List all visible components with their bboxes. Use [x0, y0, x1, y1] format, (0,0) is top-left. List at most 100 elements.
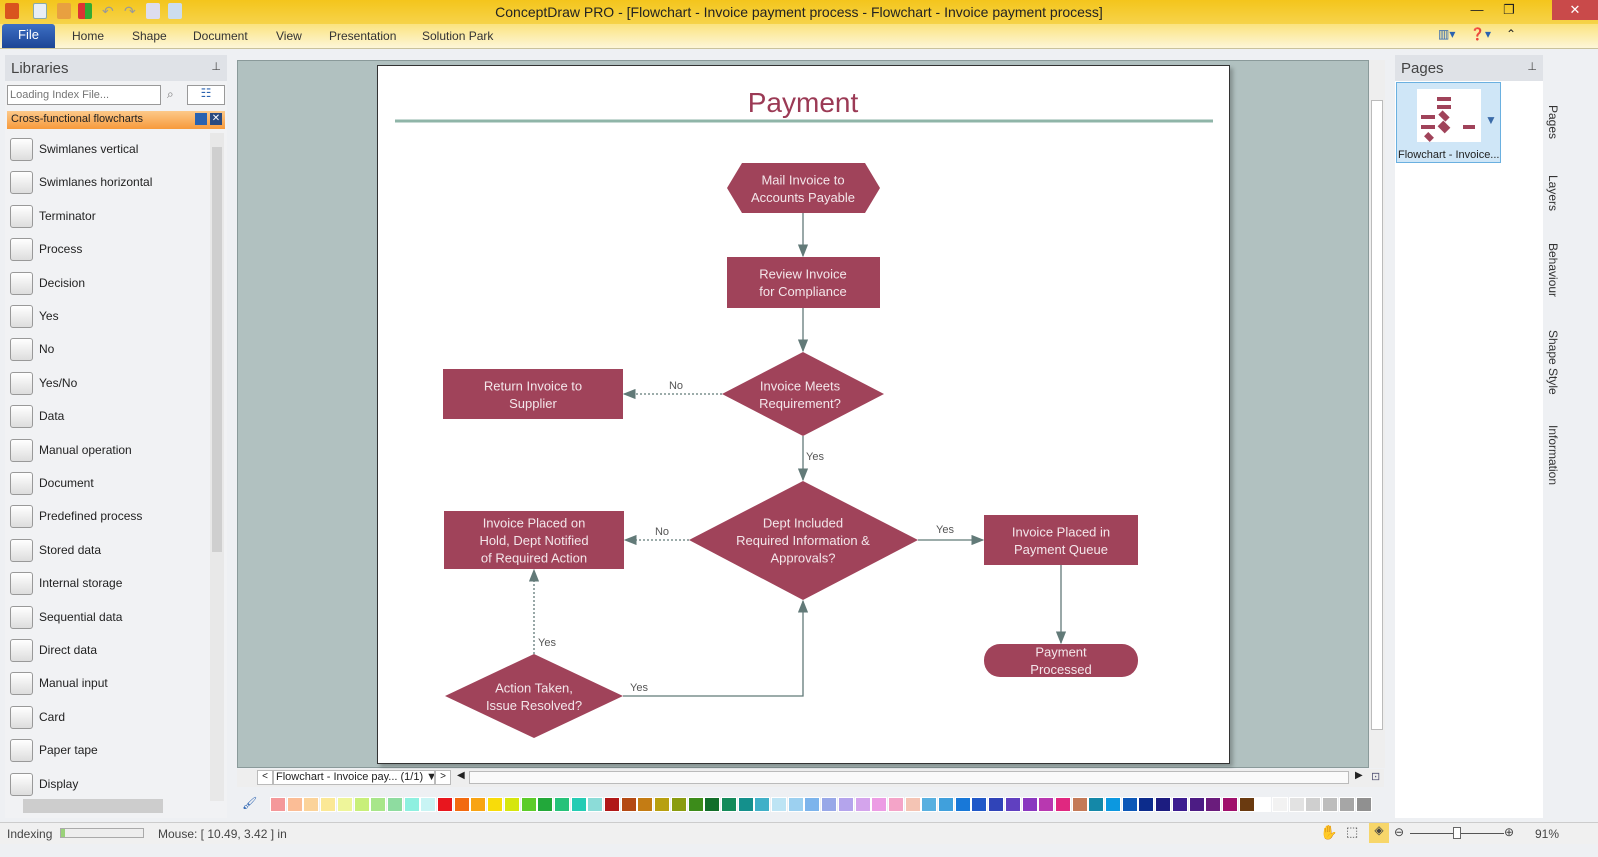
fit-to-window-icon[interactable]: ◈: [1369, 823, 1389, 843]
side-tab-information[interactable]: Information: [1546, 425, 1560, 485]
shape-review-invoice[interactable]: [727, 257, 880, 308]
color-swatch[interactable]: [1238, 797, 1255, 812]
color-swatch[interactable]: [437, 797, 453, 812]
shape-text: Invoice Placed in: [1012, 524, 1110, 539]
fill-color-icon[interactable]: 🖌: [242, 796, 257, 810]
color-swatch[interactable]: [604, 797, 620, 812]
color-swatch[interactable]: [720, 797, 737, 812]
next-page-button[interactable]: >: [435, 770, 451, 785]
color-swatch[interactable]: [787, 797, 804, 812]
color-swatch[interactable]: [1088, 797, 1105, 812]
color-swatch[interactable]: [403, 797, 420, 812]
shape-action-taken[interactable]: [445, 654, 623, 738]
shape-text: Issue Resolved?: [486, 698, 582, 713]
color-swatch[interactable]: [1071, 797, 1088, 812]
color-swatch[interactable]: [570, 797, 587, 812]
label-yes: Yes: [936, 524, 954, 536]
color-swatch[interactable]: [988, 797, 1005, 812]
scroll-right-arrow[interactable]: ▶: [1355, 770, 1363, 781]
color-swatch[interactable]: [353, 797, 370, 812]
color-swatch[interactable]: [654, 797, 671, 812]
color-swatch[interactable]: [821, 797, 838, 812]
color-swatch[interactable]: [1054, 797, 1071, 812]
color-swatch[interactable]: [1138, 797, 1155, 812]
color-swatch[interactable]: [1105, 797, 1121, 812]
thumbnail-menu-arrow-icon[interactable]: ▼: [1485, 113, 1497, 127]
side-tab-behaviour[interactable]: Behaviour: [1546, 243, 1560, 297]
color-swatch[interactable]: [637, 797, 654, 812]
color-swatch[interactable]: [553, 797, 570, 812]
color-swatch[interactable]: [1155, 797, 1172, 812]
color-swatch[interactable]: [704, 797, 721, 812]
color-swatch[interactable]: [1255, 797, 1272, 812]
color-swatch[interactable]: [1288, 797, 1305, 812]
color-swatch[interactable]: [370, 797, 387, 812]
color-swatch[interactable]: [1205, 797, 1222, 812]
color-swatch[interactable]: [687, 797, 704, 812]
color-swatch[interactable]: [1121, 797, 1138, 812]
color-swatch[interactable]: [520, 797, 537, 812]
canvas-horizontal-scrollbar[interactable]: [469, 771, 1349, 784]
color-swatch[interactable]: [754, 797, 771, 812]
color-swatch[interactable]: [921, 797, 938, 812]
color-swatch[interactable]: [1355, 797, 1372, 812]
page-selector[interactable]: Flowchart - Invoice pay... (1/1) ▼: [273, 770, 435, 785]
shape-invoice-meets-requirement[interactable]: [722, 352, 884, 436]
color-swatch[interactable]: [1305, 797, 1322, 812]
color-swatch[interactable]: [1171, 797, 1188, 812]
color-swatch[interactable]: [503, 797, 520, 812]
zoom-area-icon[interactable]: ⬚: [1346, 824, 1358, 840]
page-thumbnail[interactable]: ▼ Flowchart - Invoice...: [1396, 82, 1501, 163]
color-swatch[interactable]: [837, 797, 854, 812]
color-swatch[interactable]: [1221, 797, 1238, 812]
color-swatch[interactable]: [453, 797, 470, 812]
color-swatch[interactable]: [854, 797, 871, 812]
zoom-level: 91%: [1535, 827, 1560, 841]
side-tab-shape-style[interactable]: Shape Style: [1546, 330, 1560, 395]
color-swatch[interactable]: [470, 797, 487, 812]
color-swatch[interactable]: [537, 797, 554, 812]
color-swatch[interactable]: [336, 797, 353, 812]
color-swatch[interactable]: [954, 797, 971, 812]
zoom-out-button[interactable]: ⊖: [1394, 825, 1404, 839]
color-swatch[interactable]: [938, 797, 954, 812]
color-swatch[interactable]: [1338, 797, 1355, 812]
color-swatch[interactable]: [670, 797, 687, 812]
color-swatch[interactable]: [420, 797, 437, 812]
color-swatch[interactable]: [871, 797, 888, 812]
previous-page-button[interactable]: <: [257, 770, 273, 785]
shape-return-invoice[interactable]: [443, 369, 623, 419]
scroll-left-arrow[interactable]: ◀: [457, 770, 465, 781]
zoom-in-button[interactable]: ⊕: [1504, 825, 1514, 839]
color-swatch[interactable]: [1021, 797, 1038, 812]
color-swatch[interactable]: [1272, 797, 1288, 812]
color-swatch[interactable]: [620, 797, 637, 812]
pin-icon[interactable]: ⊥: [1527, 60, 1537, 73]
color-swatch[interactable]: [971, 797, 988, 812]
color-swatch[interactable]: [1188, 797, 1205, 812]
shape-text: Hold, Dept Notified: [479, 533, 588, 548]
color-swatch[interactable]: [1004, 797, 1021, 812]
zoom-slider-thumb[interactable]: [1453, 827, 1461, 839]
shape-mail-invoice[interactable]: [727, 163, 880, 213]
color-swatch[interactable]: [320, 797, 337, 812]
color-swatch[interactable]: [804, 797, 821, 812]
color-swatch[interactable]: [270, 797, 286, 812]
color-swatch[interactable]: [771, 797, 787, 812]
shape-payment-queue[interactable]: [984, 515, 1138, 565]
fit-page-icon[interactable]: ⊡: [1371, 770, 1380, 783]
color-swatch[interactable]: [1038, 797, 1055, 812]
hand-pan-icon[interactable]: ✋: [1320, 824, 1337, 841]
pages-panel: Pages ⊥ ▼ Flowchart - Invoice...: [1395, 55, 1543, 818]
color-swatch[interactable]: [887, 797, 904, 812]
color-swatch[interactable]: [303, 797, 320, 812]
color-swatch[interactable]: [1322, 797, 1339, 812]
side-tab-pages[interactable]: Pages: [1546, 105, 1560, 139]
color-swatch[interactable]: [737, 797, 754, 812]
color-swatch[interactable]: [487, 797, 504, 812]
color-swatch[interactable]: [286, 797, 303, 812]
color-swatch[interactable]: [904, 797, 921, 812]
color-swatch[interactable]: [587, 797, 604, 812]
color-swatch[interactable]: [386, 797, 403, 812]
side-tab-layers[interactable]: Layers: [1546, 175, 1560, 211]
